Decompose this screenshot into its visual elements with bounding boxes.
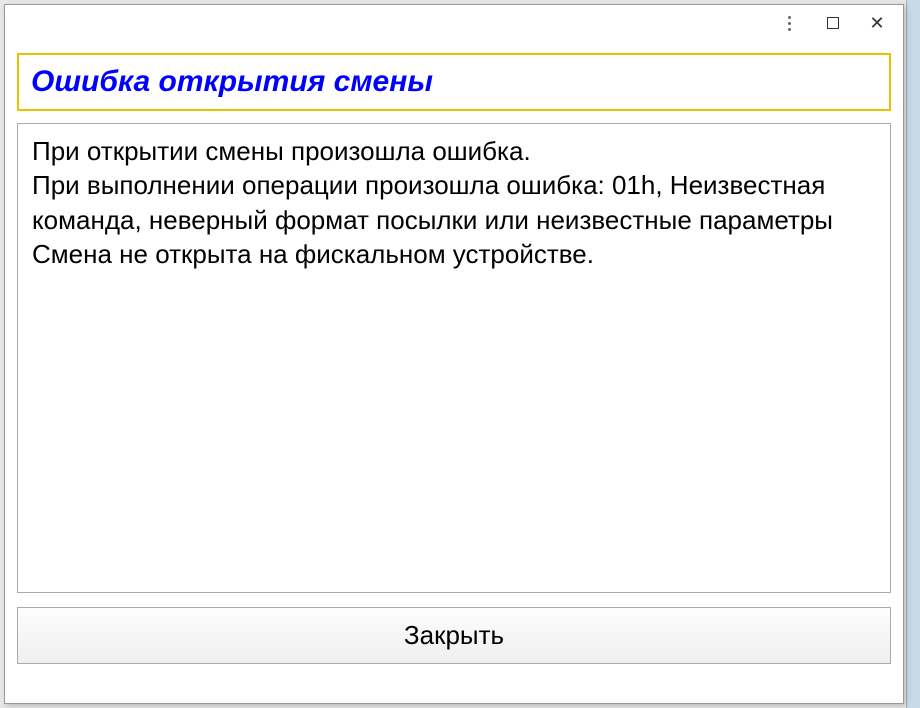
error-title-container: Ошибка открытия смены — [17, 53, 891, 111]
maximize-button[interactable] — [811, 8, 855, 38]
dialog-body: Ошибка открытия смены При открытии смены… — [5, 41, 903, 676]
titlebar: ✕ — [5, 5, 903, 41]
more-icon — [788, 16, 791, 31]
error-message: При открытии смены произошла ошибка. При… — [32, 134, 876, 271]
close-icon: ✕ — [869, 14, 884, 32]
error-title: Ошибка открытия смены — [31, 65, 877, 99]
window-close-button[interactable]: ✕ — [855, 8, 899, 38]
maximize-icon — [827, 17, 839, 29]
dialog-window: ✕ Ошибка открытия смены При открытии сме… — [4, 4, 904, 704]
backdrop-side — [906, 0, 920, 708]
error-message-container: При открытии смены произошла ошибка. При… — [17, 123, 891, 593]
more-button[interactable] — [767, 8, 811, 38]
close-button[interactable]: Закрыть — [17, 607, 891, 664]
